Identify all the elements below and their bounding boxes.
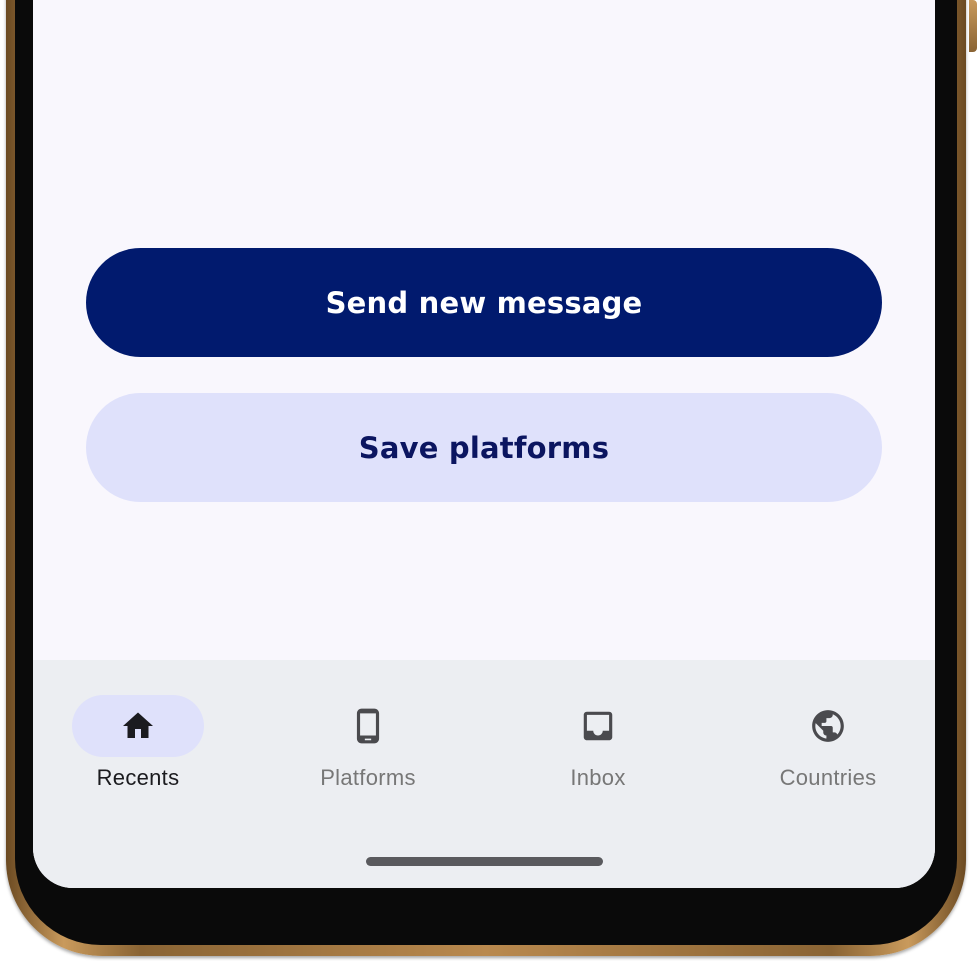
gesture-home-indicator[interactable] — [366, 857, 603, 866]
smartphone-icon — [356, 708, 380, 744]
nav-item-platforms[interactable]: Platforms — [268, 695, 468, 805]
nav-item-recents[interactable]: Recents — [38, 695, 238, 805]
nav-label-countries: Countries — [779, 765, 877, 790]
save-platforms-button[interactable]: Save platforms — [86, 393, 882, 502]
nav-label-platforms: Platforms — [320, 765, 416, 790]
app-screen: Send new message Save platforms Recents … — [33, 0, 935, 888]
nav-label-recents: Recents — [96, 765, 180, 790]
send-new-message-button[interactable]: Send new message — [86, 248, 882, 357]
nav-item-countries[interactable]: Countries — [728, 695, 928, 805]
globe-icon — [812, 710, 844, 742]
side-button — [969, 0, 977, 52]
inbox-icon — [583, 711, 613, 741]
home-icon — [123, 712, 153, 738]
bottom-navigation-bar: Recents Platforms Inbox Countries — [33, 660, 935, 888]
nav-label-inbox: Inbox — [570, 765, 626, 790]
nav-active-indicator — [72, 695, 204, 757]
nav-item-inbox[interactable]: Inbox — [498, 695, 698, 805]
